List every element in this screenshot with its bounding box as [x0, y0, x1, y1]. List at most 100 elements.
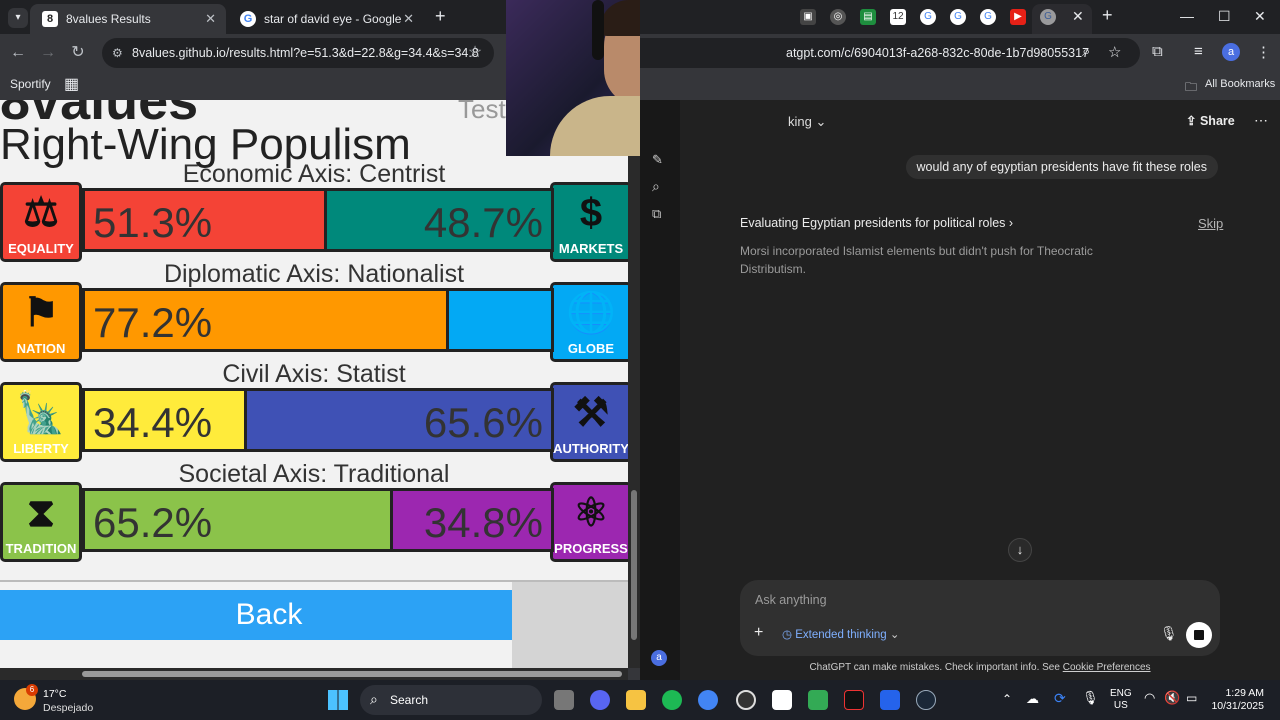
bookmark-star-icon[interactable]: ☆ — [465, 43, 485, 63]
library-icon[interactable]: ⧉ — [652, 206, 661, 222]
profile-avatar-icon[interactable]: a — [1222, 43, 1240, 61]
axis-bar: 65.2% 34.8% — [82, 488, 554, 552]
hourglass-icon: ⧗ — [26, 491, 56, 535]
clock-date: 10/31/2025 — [1211, 700, 1264, 712]
chrome-icon[interactable] — [698, 690, 718, 710]
share-button[interactable]: ⇪ Share — [1186, 113, 1235, 128]
microphone-icon[interactable]: 🎙 — [1160, 625, 1178, 642]
maximize-icon[interactable]: ☐ — [1218, 8, 1231, 25]
close-window-icon[interactable]: ✕ — [1254, 8, 1266, 25]
google-tab-icon[interactable]: G — [980, 9, 996, 25]
skip-button[interactable]: Skip — [1198, 216, 1223, 231]
sheets-tab-icon[interactable]: ▤ — [860, 9, 876, 25]
task-view-icon[interactable] — [554, 690, 574, 710]
user-avatar[interactable]: a — [651, 650, 667, 666]
folder-icon: 🗀 — [1185, 80, 1198, 94]
close-tab-icon[interactable]: ✕ — [403, 11, 414, 27]
new-chat-icon[interactable]: ✎ — [652, 152, 663, 168]
statue-of-liberty-icon: 🗽 — [16, 391, 66, 435]
site-info-icon[interactable]: ⚙ — [112, 38, 123, 68]
app-icon[interactable] — [772, 690, 792, 710]
chevron-right-icon: › — [1008, 216, 1014, 230]
bookmark-star-icon[interactable]: ☆ — [1108, 43, 1121, 61]
extended-thinking-toggle[interactable]: ◷ Extended thinking ⌄ — [782, 627, 900, 641]
close-tab-icon[interactable]: ✕ — [205, 11, 216, 27]
chevron-up-icon[interactable]: ⌃ — [1002, 692, 1012, 706]
stop-generating-button[interactable] — [1186, 622, 1212, 648]
volume-muted-icon[interactable]: 🔇 — [1164, 690, 1180, 706]
sync-icon[interactable]: ⟳ — [1054, 690, 1066, 707]
horizontal-scrollbar[interactable] — [0, 668, 628, 680]
axis-left-badge: ⚑ NATION — [0, 282, 82, 362]
bookmark-sportify[interactable]: Sportify — [10, 77, 51, 91]
obs-icon[interactable] — [736, 690, 756, 710]
zoom-icon[interactable]: ⌕ — [1082, 43, 1090, 60]
forward-arrow-icon[interactable]: → — [38, 43, 58, 63]
more-options-icon[interactable]: ⋯ — [1254, 112, 1268, 129]
model-selector[interactable]: king ⌄ — [788, 114, 826, 130]
weather-badge: 6 — [26, 684, 38, 696]
axis-right-badge: ⚒ AUTHORITY — [550, 382, 628, 462]
microphone-icon[interactable]: 🎙 — [1082, 690, 1099, 706]
google-tab-icon[interactable]: G — [920, 9, 936, 25]
reload-icon[interactable]: ↻ — [68, 43, 88, 63]
pinned-tab-icon[interactable]: ◎ — [830, 9, 846, 25]
onedrive-icon[interactable]: ☁ — [1026, 691, 1039, 707]
calendar-tab-icon[interactable]: 12 — [890, 9, 906, 25]
clock-time: 1:29 AM — [1225, 687, 1264, 699]
add-attachment-icon[interactable]: + — [754, 624, 763, 642]
spotify-icon[interactable] — [662, 690, 682, 710]
discord-icon[interactable] — [590, 690, 610, 710]
scroll-down-button[interactable]: ↓ — [1008, 538, 1032, 562]
steam-icon[interactable] — [916, 690, 936, 710]
google-favicon-icon: G — [240, 11, 256, 27]
all-bookmarks-link[interactable]: All Bookmarks — [1205, 78, 1275, 90]
axis-label: Civil Axis: Statist — [222, 360, 406, 388]
vertical-scrollbar[interactable] — [628, 100, 640, 668]
axis-left-badge: 🗽 LIBERTY — [0, 382, 82, 462]
take-test-link[interactable]: Test — [458, 100, 506, 125]
clock-icon: ◷ — [782, 629, 793, 641]
language-indicator[interactable]: ENG US — [1110, 688, 1132, 712]
tab-list-button[interactable]: ▾ — [8, 8, 28, 28]
new-tab-icon[interactable]: + — [1102, 5, 1113, 26]
app-icon[interactable] — [808, 690, 828, 710]
message-input[interactable]: Ask anything — [755, 593, 827, 607]
app-icon[interactable] — [844, 690, 864, 710]
app-icon[interactable] — [880, 690, 900, 710]
url-text: 8values.github.io/results.html?e=51.3&d=… — [132, 46, 479, 60]
media-control-icon[interactable]: ≡ — [1194, 43, 1203, 60]
tab-8values-results[interactable]: 8 8values Results ✕ — [30, 4, 226, 34]
file-explorer-icon[interactable] — [626, 690, 646, 710]
back-button[interactable]: Back — [0, 590, 538, 640]
cookie-preferences-link[interactable]: Cookie Preferences — [1063, 662, 1151, 673]
bookmarks-bar: 🗀 All Bookmarks — [640, 72, 1280, 100]
apps-grid-icon[interactable]: ▦ — [64, 74, 79, 94]
back-arrow-icon[interactable]: ← — [8, 43, 28, 63]
thinking-header[interactable]: Evaluating Egyptian presidents for polit… — [740, 216, 1013, 230]
extensions-icon[interactable]: ⧉ — [1152, 43, 1163, 60]
weather-widget[interactable]: 6 17°C Despejado — [14, 684, 124, 716]
youtube-tab-icon[interactable]: ▶ — [1010, 9, 1026, 25]
pinned-tab-icon[interactable]: ▣ — [800, 9, 816, 25]
axis-label: Diplomatic Axis: Nationalist — [163, 260, 465, 288]
battery-icon[interactable]: ▭ — [1186, 691, 1197, 705]
google-tab-icon[interactable]: G — [950, 9, 966, 25]
scroll-thumb[interactable] — [82, 671, 622, 677]
clock[interactable]: 1:29 AM 10/31/2025 — [1208, 687, 1264, 713]
scroll-thumb[interactable] — [631, 490, 637, 640]
share-icon: ⇪ — [1186, 114, 1197, 128]
close-tab-icon[interactable]: ✕ — [1072, 8, 1084, 25]
minimize-icon[interactable]: — — [1180, 8, 1194, 24]
taskbar-search[interactable]: ⌕ Search — [360, 685, 542, 715]
wifi-icon[interactable]: ◠ — [1144, 690, 1155, 706]
search-chats-icon[interactable]: ⌕ — [652, 178, 660, 195]
thinking-text: Morsi incorporated Islamist elements but… — [740, 244, 1093, 276]
address-bar[interactable]: ⚙ 8values.github.io/results.html?e=51.3&… — [102, 38, 494, 68]
new-tab-icon[interactable]: + — [435, 6, 446, 27]
tab-google-search[interactable]: G star of david eye - Google Sear ✕ — [228, 4, 424, 34]
windows-start-icon[interactable] — [328, 690, 348, 710]
model-label: king — [788, 114, 812, 129]
browser-menu-icon[interactable]: ⋮ — [1256, 43, 1271, 61]
region-code: US — [1113, 700, 1128, 711]
